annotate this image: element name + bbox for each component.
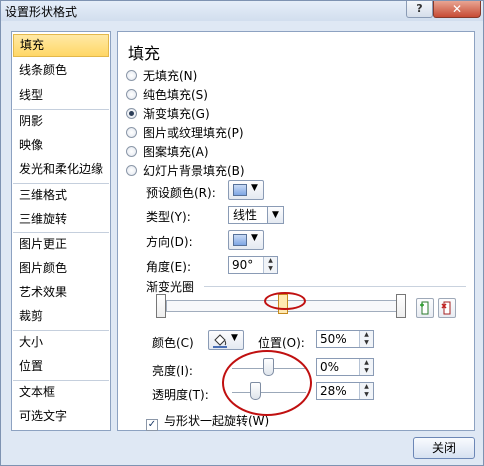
- sidebar-item-crop[interactable]: 裁剪: [13, 305, 109, 328]
- paint-bucket-icon: [213, 334, 227, 348]
- sidebar-item-artistic-effects[interactable]: 艺术效果: [13, 281, 109, 304]
- sidebar-item-glow[interactable]: 发光和柔化边缘: [13, 158, 109, 181]
- angle-spinner[interactable]: 90° ▲ ▼: [228, 256, 278, 274]
- category-sidebar: 填充 线条颜色 线型 阴影 映像 发光和柔化边缘 三维格式 三维旋转 图片更正 …: [11, 31, 111, 431]
- sidebar-item-3d-format[interactable]: 三维格式: [13, 184, 109, 207]
- window-title: 设置形状格式: [5, 5, 78, 19]
- help-button[interactable]: ?: [406, 1, 433, 18]
- remove-stop-button[interactable]: [438, 298, 456, 318]
- title-bar: 设置形状格式 ? ✕: [1, 1, 483, 21]
- dropdown-arrow-icon: ▼: [231, 333, 238, 343]
- dropdown-arrow-icon: ▼: [251, 183, 258, 193]
- sidebar-item-line-color[interactable]: 线条颜色: [13, 59, 109, 82]
- sidebar-item-size[interactable]: 大小: [13, 331, 109, 354]
- window-close-button[interactable]: ✕: [433, 1, 481, 18]
- radio-pattern-fill[interactable]: 图案填充(A): [126, 144, 209, 160]
- rotate-with-shape-checkbox[interactable]: ✓ 与形状一起旋转(W): [146, 412, 269, 431]
- sidebar-item-fill[interactable]: 填充: [13, 34, 109, 57]
- angle-label: 角度(E):: [146, 260, 191, 274]
- radio-picture-fill[interactable]: 图片或纹理填充(P): [126, 125, 244, 141]
- direction-label: 方向(D):: [146, 235, 193, 249]
- sidebar-item-alt-text[interactable]: 可选文字: [13, 405, 109, 428]
- radio-gradient-fill[interactable]: 渐变填充(G): [126, 106, 210, 122]
- color-swatch: [233, 184, 247, 196]
- type-select[interactable]: 线性 ▼: [228, 206, 284, 224]
- spin-arrows-icon[interactable]: ▲ ▼: [359, 359, 373, 375]
- checkbox-label: 与形状一起旋转(W): [164, 414, 270, 428]
- remove-stop-icon: [441, 301, 451, 315]
- radio-button[interactable]: [126, 89, 137, 100]
- sidebar-item-picture-corrections[interactable]: 图片更正: [13, 233, 109, 256]
- type-label: 类型(Y):: [146, 210, 191, 224]
- radio-label: 图片或纹理填充(P): [143, 126, 244, 140]
- sidebar-item-text-box[interactable]: 文本框: [13, 381, 109, 404]
- sidebar-item-line-style[interactable]: 线型: [13, 84, 109, 107]
- angle-value: 90°: [232, 258, 254, 272]
- radio-label: 图案填充(A): [143, 145, 209, 159]
- transparency-spinner[interactable]: 28% ▲ ▼: [316, 382, 374, 400]
- add-stop-icon: [420, 301, 429, 315]
- annotation-ellipse-stop: [264, 292, 306, 310]
- radio-button-selected[interactable]: [126, 108, 137, 119]
- annotation-ellipse-sliders: [222, 350, 312, 416]
- spin-arrows-icon[interactable]: ▲ ▼: [263, 257, 277, 273]
- transparency-label: 透明度(T):: [152, 388, 209, 402]
- panel-heading: 填充: [128, 44, 161, 63]
- gradient-stop-left[interactable]: [156, 294, 166, 318]
- radio-label: 无填充(N): [143, 69, 198, 83]
- direction-swatch: [233, 234, 247, 246]
- stop-position-spinner[interactable]: 50% ▲ ▼: [316, 330, 374, 348]
- stop-position-label: 位置(O):: [258, 336, 305, 350]
- radio-label: 幻灯片背景填充(B): [143, 164, 245, 178]
- radio-button[interactable]: [126, 127, 137, 138]
- spin-arrows-icon[interactable]: ▲ ▼: [359, 383, 373, 399]
- sidebar-item-shadow[interactable]: 阴影: [13, 110, 109, 133]
- sidebar-item-reflection[interactable]: 映像: [13, 134, 109, 157]
- stop-position-value: 50%: [320, 332, 347, 346]
- radio-label: 纯色填充(S): [143, 88, 208, 102]
- radio-no-fill[interactable]: 无填充(N): [126, 68, 197, 84]
- spin-arrows-icon[interactable]: ▲ ▼: [359, 331, 373, 347]
- fill-panel: 填充 无填充(N) 纯色填充(S) 渐变填充(G) 图片或纹理填充(P) 图案填…: [117, 31, 475, 431]
- type-value: 线性: [233, 208, 258, 222]
- brightness-label: 亮度(I):: [152, 364, 193, 378]
- gradient-stop-right[interactable]: [396, 294, 406, 318]
- radio-button[interactable]: [126, 70, 137, 81]
- radio-solid-fill[interactable]: 纯色填充(S): [126, 87, 208, 103]
- radio-button[interactable]: [126, 165, 137, 176]
- brightness-spinner[interactable]: 0% ▲ ▼: [316, 358, 374, 376]
- dropdown-arrow-icon: ▼: [267, 207, 283, 223]
- radio-button[interactable]: [126, 146, 137, 157]
- section-divider: [204, 286, 466, 287]
- add-stop-button[interactable]: [416, 298, 434, 318]
- radio-label: 渐变填充(G): [143, 107, 210, 121]
- direction-button[interactable]: ▼: [228, 230, 264, 250]
- sidebar-item-picture-color[interactable]: 图片颜色: [13, 257, 109, 280]
- format-shape-dialog: 设置形状格式 ? ✕ 填充 线条颜色 线型 阴影 映像 发光和柔化边缘 三维格式…: [0, 0, 484, 466]
- sidebar-item-3d-rotation[interactable]: 三维旋转: [13, 208, 109, 231]
- transparency-value: 28%: [320, 384, 347, 398]
- stop-color-button[interactable]: ▼: [208, 330, 244, 350]
- checkbox[interactable]: ✓: [146, 419, 158, 431]
- dropdown-arrow-icon: ▼: [251, 233, 258, 243]
- close-button[interactable]: 关闭: [413, 437, 475, 459]
- gradient-stops-label: 渐变光圈: [146, 280, 195, 294]
- preset-colors-button[interactable]: ▼: [228, 180, 264, 200]
- sidebar-item-position[interactable]: 位置: [13, 355, 109, 378]
- preset-colors-label: 预设颜色(R):: [146, 186, 216, 200]
- stop-color-label: 颜色(C): [152, 336, 194, 350]
- radio-slide-background-fill[interactable]: 幻灯片背景填充(B): [126, 163, 245, 179]
- brightness-value: 0%: [320, 360, 340, 374]
